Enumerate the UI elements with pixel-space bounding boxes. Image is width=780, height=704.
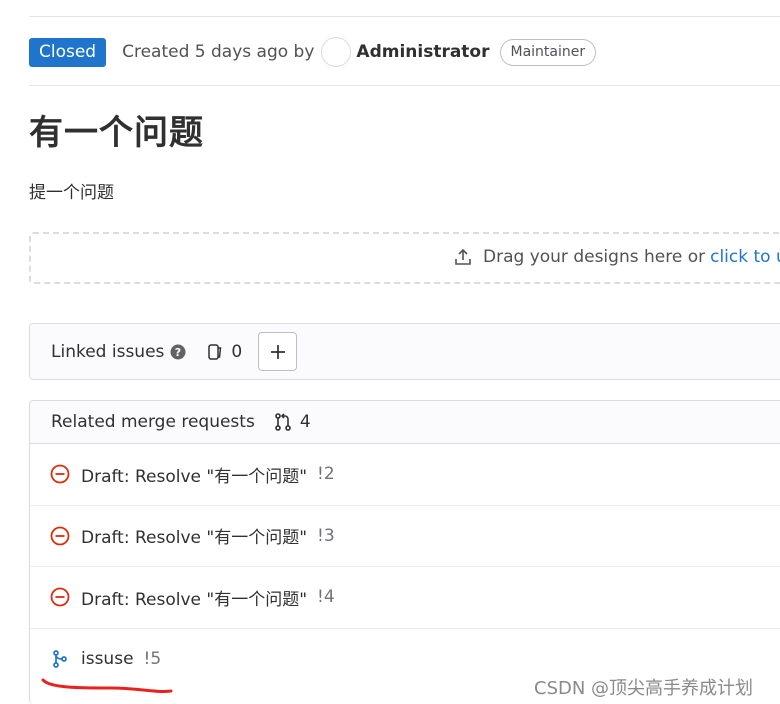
closed-mr-icon [50,464,70,484]
merged-mr-icon [50,649,70,669]
closed-mr-icon [50,526,70,546]
issue-description: 提一个问题 [29,183,114,203]
merge-request-icon [275,413,291,431]
closed-mr-icon [50,587,70,607]
role-badge: Maintainer [499,38,597,66]
upload-link[interactable]: click to uplo [710,247,780,267]
mr-ref: !3 [317,525,335,546]
avatar[interactable] [321,37,352,67]
mr-ref: !2 [317,464,335,485]
created-text: Created 5 days ago by [122,42,315,62]
mr-title[interactable]: Draft: Resolve "有一个问题" [81,462,307,487]
mr-list-item[interactable]: Draft: Resolve "有一个问题" !4 [30,567,780,629]
mr-ref: !4 [317,587,335,608]
red-underline-annotation [41,678,173,693]
svg-text:?: ? [175,346,181,359]
add-linked-issue-button[interactable] [258,332,298,371]
related-mrs-card: Related merge requests 4 Draft: Resolve … [29,400,780,704]
linked-issues-card: Linked issues ? 0 [29,323,780,380]
author-link[interactable]: Administrator [356,42,489,62]
related-mrs-title: Related merge requests [51,412,255,432]
mr-ref: !5 [143,649,162,670]
top-divider [29,16,780,17]
linked-issues-title: Linked issues [51,341,165,362]
mr-title[interactable]: issuse [81,649,134,669]
mr-list-item[interactable]: Draft: Resolve "有一个问题" !2 [30,444,780,506]
header-divider [29,85,780,86]
question-icon[interactable]: ? [170,344,186,360]
issue-title: 有一个问题 [29,113,204,153]
mr-title[interactable]: Draft: Resolve "有一个问题" [81,585,307,610]
plus-icon [270,344,285,359]
related-mrs-count: 4 [273,412,311,432]
watermark: CSDN @顶尖高手养成计划 [534,678,754,699]
mr-list-item[interactable]: Draft: Resolve "有一个问题" !3 [30,506,780,567]
linked-count-value: 0 [231,341,243,362]
issues-icon [208,343,222,360]
dropzone-prompt: Drag your designs here or [483,247,706,267]
design-dropzone[interactable]: Drag your designs here or click to uplo [29,232,780,284]
upload-icon [455,248,471,265]
mr-count-value: 4 [299,412,311,432]
linked-issues-count: 0 [206,342,242,362]
issue-header: Closed Created 5 days ago by Administrat… [29,37,597,67]
mr-title[interactable]: Draft: Resolve "有一个问题" [81,523,307,548]
status-badge: Closed [29,37,107,67]
